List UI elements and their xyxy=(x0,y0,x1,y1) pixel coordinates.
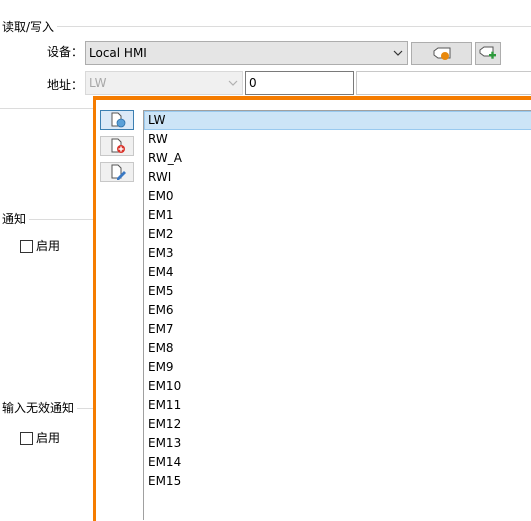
address-number-value: 0 xyxy=(249,76,257,90)
address-extra-input[interactable] xyxy=(356,71,531,95)
chevron-down-icon xyxy=(393,50,403,56)
address-combobox-value: LW xyxy=(89,76,107,90)
tag-edit-icon xyxy=(111,164,126,180)
tag-add-red-icon xyxy=(111,138,125,153)
list-item[interactable]: EM8 xyxy=(144,339,531,358)
list-item[interactable]: EM2 xyxy=(144,225,531,244)
address-number-input[interactable]: 0 xyxy=(245,71,354,95)
list-item[interactable]: RW xyxy=(144,130,531,149)
device-label: 设备： xyxy=(47,45,84,59)
list-item[interactable]: EM11 xyxy=(144,396,531,415)
list-item[interactable]: EM5 xyxy=(144,282,531,301)
tag-settings-icon xyxy=(433,47,451,60)
list-item[interactable]: EM4 xyxy=(144,263,531,282)
device-combobox-value: Local HMI xyxy=(89,46,147,60)
device-settings-button[interactable] xyxy=(411,42,472,65)
address-combobox[interactable]: LW xyxy=(85,71,243,95)
list-item[interactable]: LW xyxy=(144,111,531,130)
list-item[interactable]: EM0 xyxy=(144,187,531,206)
list-item[interactable]: RW_A xyxy=(144,149,531,168)
device-combobox[interactable]: Local HMI xyxy=(85,41,408,65)
tag-edit-button[interactable] xyxy=(100,162,134,182)
list-item[interactable]: EM12 xyxy=(144,415,531,434)
notify-enable-label: 启用 xyxy=(36,239,61,253)
list-item[interactable]: EM7 xyxy=(144,320,531,339)
tag-add-icon xyxy=(479,46,496,59)
list-item[interactable]: EM9 xyxy=(144,358,531,377)
list-item[interactable]: RWI xyxy=(144,168,531,187)
read-write-bottom-separator xyxy=(0,108,93,109)
chevron-down-icon xyxy=(228,80,238,86)
list-item[interactable]: EM10 xyxy=(144,377,531,396)
address-type-dropdown-popup[interactable]: LW RW RW_A RWI EM0 EM1 EM2 EM3 EM4 EM5 EM6 EM7 EM8 EM… xyxy=(93,96,531,521)
group-title-invalid-input: 输入无效通知 xyxy=(2,401,78,415)
group-separator-read-write xyxy=(2,26,531,27)
list-item[interactable]: EM3 xyxy=(144,244,531,263)
address-type-list[interactable]: LW RW RW_A RWI EM0 EM1 EM2 EM3 EM4 EM5 EM6 EM7 EM8 EM… xyxy=(143,110,531,520)
tag-library-button[interactable] xyxy=(100,110,134,130)
add-device-button[interactable] xyxy=(475,42,501,65)
group-title-notify: 通知 xyxy=(2,212,30,226)
tag-library-icon xyxy=(111,112,126,128)
address-label: 地址： xyxy=(47,78,84,92)
notify-enable-checkbox[interactable] xyxy=(20,240,33,253)
group-title-read-write: 读取/写入 xyxy=(2,20,58,34)
list-item[interactable]: EM1 xyxy=(144,206,531,225)
list-item[interactable]: EM14 xyxy=(144,453,531,472)
notify-enable-checkbox-row[interactable]: 启用 xyxy=(20,239,80,255)
list-item[interactable]: EM6 xyxy=(144,301,531,320)
list-item[interactable]: EM15 xyxy=(144,472,531,491)
invalid-input-enable-checkbox-row[interactable]: 启用 xyxy=(20,431,80,447)
invalid-input-enable-label: 启用 xyxy=(36,431,61,445)
list-item[interactable]: EM13 xyxy=(144,434,531,453)
tag-add-button[interactable] xyxy=(100,136,134,156)
invalid-input-enable-checkbox[interactable] xyxy=(20,432,33,445)
